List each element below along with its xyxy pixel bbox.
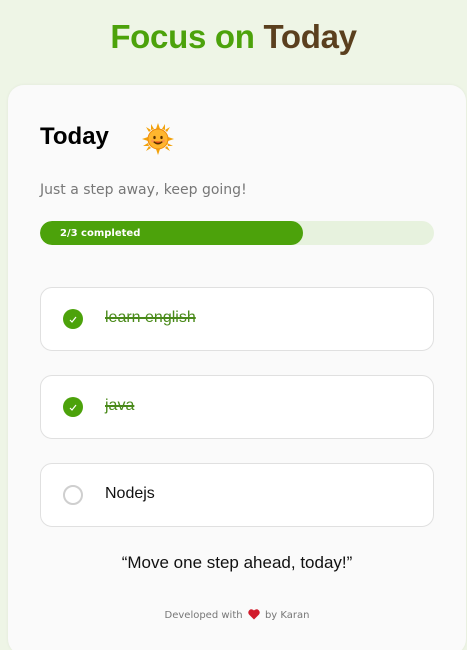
task-item[interactable]: java: [40, 375, 434, 439]
progress-bar: 2/3 completed: [40, 221, 434, 245]
task-label: java: [105, 397, 135, 414]
progress-label: 2/3 completed: [60, 227, 141, 239]
checkbox-checked-icon[interactable]: [63, 309, 83, 329]
task-item[interactable]: Nodejs: [40, 463, 434, 527]
footer: Developed with by Karan: [8, 609, 466, 623]
subtitle: Just a step away, keep going!: [40, 182, 247, 198]
sun-icon: [142, 123, 174, 155]
app-title-part-2: Today: [263, 18, 357, 55]
footer-suffix: by Karan: [264, 610, 310, 621]
app-title-part-1: Focus on: [110, 18, 255, 55]
checkbox-checked-icon[interactable]: [63, 397, 83, 417]
page-title: Today: [40, 123, 109, 150]
heart-icon: [248, 609, 260, 623]
footer-prefix: Developed with: [164, 610, 243, 621]
app-title: Focus on Today: [0, 18, 467, 56]
checkbox-unchecked-icon[interactable]: [63, 485, 83, 505]
task-item[interactable]: learn english: [40, 287, 434, 351]
progress-fill: 2/3 completed: [40, 221, 303, 245]
task-label: learn english: [105, 309, 196, 326]
task-label: Nodejs: [105, 485, 155, 502]
quote: “Move one step ahead, today!”: [121, 553, 353, 572]
todo-card: Today Just a step away, keep going! 2/3 …: [8, 85, 466, 650]
